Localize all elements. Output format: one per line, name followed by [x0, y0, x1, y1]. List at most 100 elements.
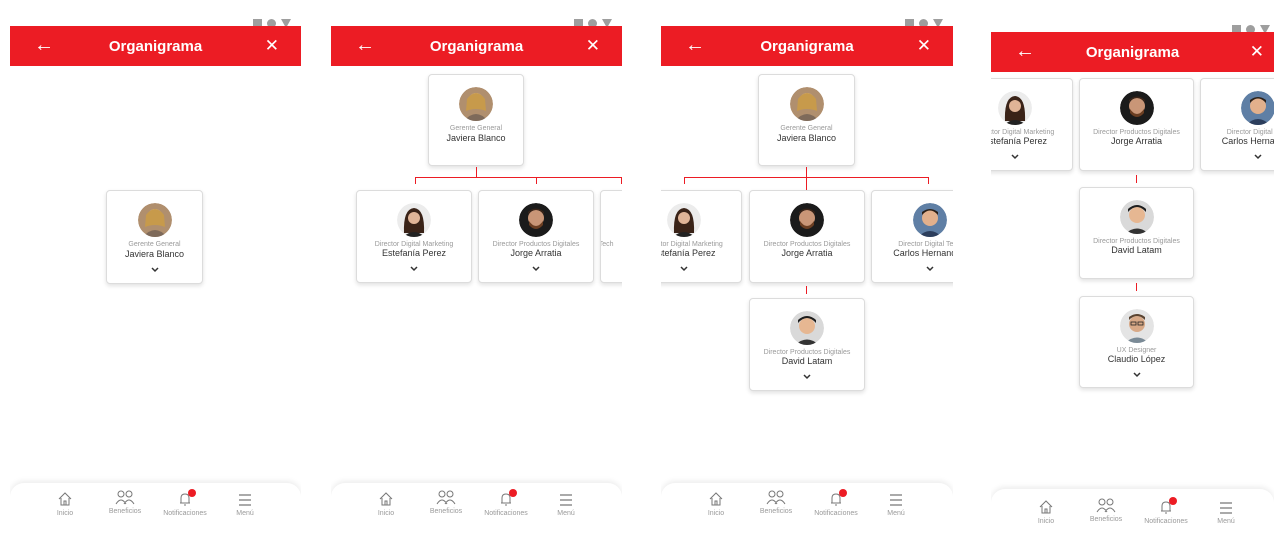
person-role: Director Digital Tech — [1226, 129, 1274, 136]
home-icon — [709, 492, 723, 506]
nav-item-inicio[interactable]: Inicio — [686, 491, 746, 517]
person-role: Director Productos Digitales — [1093, 129, 1180, 136]
person-name: Jorge Arratia — [510, 248, 562, 258]
avatar — [998, 91, 1032, 125]
chevron-down-icon[interactable] — [1132, 370, 1142, 380]
nav-label: Beneficios — [108, 508, 142, 515]
arrow-left-icon[interactable]: ← — [1015, 39, 1035, 63]
nav-item-inicio[interactable]: Inicio — [35, 491, 95, 517]
avatar — [1119, 200, 1154, 234]
nav-label: Inicio — [56, 510, 74, 517]
notification-badge — [839, 489, 847, 497]
org-card-estefania[interactable]: Director Digital Marketing Estefanía Per… — [661, 190, 742, 283]
person-name: Estefanía Perez — [661, 248, 716, 258]
org-card-estefania[interactable]: Director Digital Marketing Estefanía Per… — [991, 78, 1073, 171]
chevron-down-icon[interactable] — [150, 265, 160, 275]
nav-item-menu[interactable]: Menú — [1196, 501, 1256, 525]
nav-label: Beneficios — [1089, 516, 1123, 523]
nav-item-beneficios[interactable]: Beneficios — [95, 489, 155, 515]
nav-item-menu[interactable]: Menú — [215, 493, 275, 517]
org-card-javiera[interactable]: Gerente General Javiera Blanco — [758, 74, 855, 166]
phone-screen-1: ← Organigrama ✕ Gerente General Javiera … — [10, 10, 301, 527]
nav-label: Notificaciones — [1144, 518, 1188, 525]
chevron-down-icon[interactable] — [531, 264, 541, 274]
menu-icon — [560, 494, 572, 506]
avatar — [459, 87, 493, 121]
org-card-claudio[interactable]: UX Designer Claudio López — [1079, 296, 1194, 388]
chevron-down-icon[interactable] — [802, 372, 812, 382]
nav-item-notificaciones[interactable]: Notificaciones — [1136, 497, 1196, 525]
home-icon — [1039, 500, 1053, 514]
arrow-left-icon[interactable]: ← — [355, 33, 375, 57]
org-card-carlos[interactable]: Director Digital Tech Carlos Hernandez — [871, 190, 953, 283]
close-icon[interactable]: ✕ — [586, 36, 600, 56]
person-name: Estefanía Perez — [381, 248, 447, 258]
person-role: Director Digital Marketing — [661, 241, 723, 248]
person-name: Jorge Arratia — [1110, 136, 1163, 146]
chevron-down-icon[interactable] — [679, 264, 689, 274]
connector-line — [684, 177, 685, 184]
org-card-david[interactable]: Director Productos Digitales David Latam — [1079, 187, 1194, 279]
person-role: Director Digital Tech — [600, 241, 614, 248]
bottom-nav: Inicio Beneficios Notificaciones Menú — [661, 483, 953, 527]
person-name: Claudio López — [1107, 354, 1166, 364]
nav-label: Beneficios — [759, 508, 793, 515]
connector-line — [806, 286, 807, 294]
nav-item-menu[interactable]: Menú — [536, 493, 596, 517]
notification-badge — [509, 489, 517, 497]
person-role: UX Designer — [1116, 347, 1157, 354]
nav-item-beneficios[interactable]: Beneficios — [416, 489, 476, 515]
person-name: Carlos Hernandez — [893, 248, 953, 258]
people-icon — [436, 490, 456, 505]
app-bar: ← Organigrama ✕ — [661, 26, 953, 66]
person-name: Javiera Blanco — [776, 133, 837, 143]
nav-item-notificaciones[interactable]: Notificaciones — [806, 489, 866, 517]
arrow-left-icon[interactable]: ← — [34, 33, 54, 57]
nav-item-notificaciones[interactable]: Notificaciones — [155, 489, 215, 517]
notification-badge — [1169, 497, 1177, 505]
chevron-down-icon[interactable] — [409, 264, 419, 274]
nav-item-notificaciones[interactable]: Notificaciones — [476, 489, 536, 517]
org-card-javiera[interactable]: Gerente General Javiera Blanco — [106, 190, 203, 284]
org-card-javiera[interactable]: Gerente General Javiera Blanco — [428, 74, 524, 166]
org-card-jorge[interactable]: Director Productos Digitales Jorge Arrat… — [1079, 78, 1194, 171]
org-card-david[interactable]: Director Productos Digitales David Latam — [749, 298, 865, 391]
chevron-down-icon[interactable] — [925, 264, 935, 274]
bottom-nav: Inicio Beneficios Notificaciones Menú — [331, 483, 622, 527]
nav-label: Inicio — [707, 510, 725, 517]
people-icon — [766, 490, 786, 505]
chevron-down-icon[interactable] — [1253, 152, 1263, 162]
bottom-nav: Inicio Beneficios Notificaciones Menú — [991, 489, 1274, 533]
close-icon[interactable]: ✕ — [1250, 42, 1264, 62]
menu-icon — [890, 494, 902, 506]
org-card-jorge[interactable]: Director Productos Digitales Jorge Arrat… — [478, 190, 594, 283]
avatar — [790, 203, 824, 237]
connector-line — [536, 177, 537, 184]
arrow-left-icon[interactable]: ← — [685, 33, 705, 57]
org-card-carlos[interactable]: Director Digital Tech — [600, 190, 622, 283]
nav-item-beneficios[interactable]: Beneficios — [1076, 497, 1136, 523]
phone-screen-4: ← Organigrama ✕ Director Digital Marketi… — [991, 16, 1274, 533]
org-card-estefania[interactable]: Director Digital Marketing Estefanía Per… — [356, 190, 472, 283]
close-icon[interactable]: ✕ — [265, 36, 279, 56]
people-icon — [115, 490, 135, 505]
nav-label: Notificaciones — [484, 510, 528, 517]
connector-line — [415, 177, 622, 178]
avatar — [790, 311, 824, 345]
org-card-jorge[interactable]: Director Productos Digitales Jorge Arrat… — [749, 190, 865, 283]
nav-item-menu[interactable]: Menú — [866, 493, 926, 517]
menu-icon — [239, 494, 251, 506]
person-name: David Latam — [781, 356, 833, 366]
avatar — [137, 203, 172, 237]
nav-item-inicio[interactable]: Inicio — [1016, 499, 1076, 525]
nav-item-inicio[interactable]: Inicio — [356, 491, 416, 517]
home-icon — [58, 492, 72, 506]
nav-item-beneficios[interactable]: Beneficios — [746, 489, 806, 515]
person-role: Director Productos Digitales — [1093, 238, 1180, 245]
phone-screen-2: ← Organigrama ✕ Gerente General Javiera … — [331, 10, 622, 527]
close-icon[interactable]: ✕ — [917, 36, 931, 56]
nav-label: Inicio — [377, 510, 395, 517]
chevron-down-icon[interactable] — [1010, 152, 1020, 162]
org-card-carlos[interactable]: Director Digital Tech Carlos Hernandez — [1200, 78, 1274, 171]
nav-label: Beneficios — [429, 508, 463, 515]
